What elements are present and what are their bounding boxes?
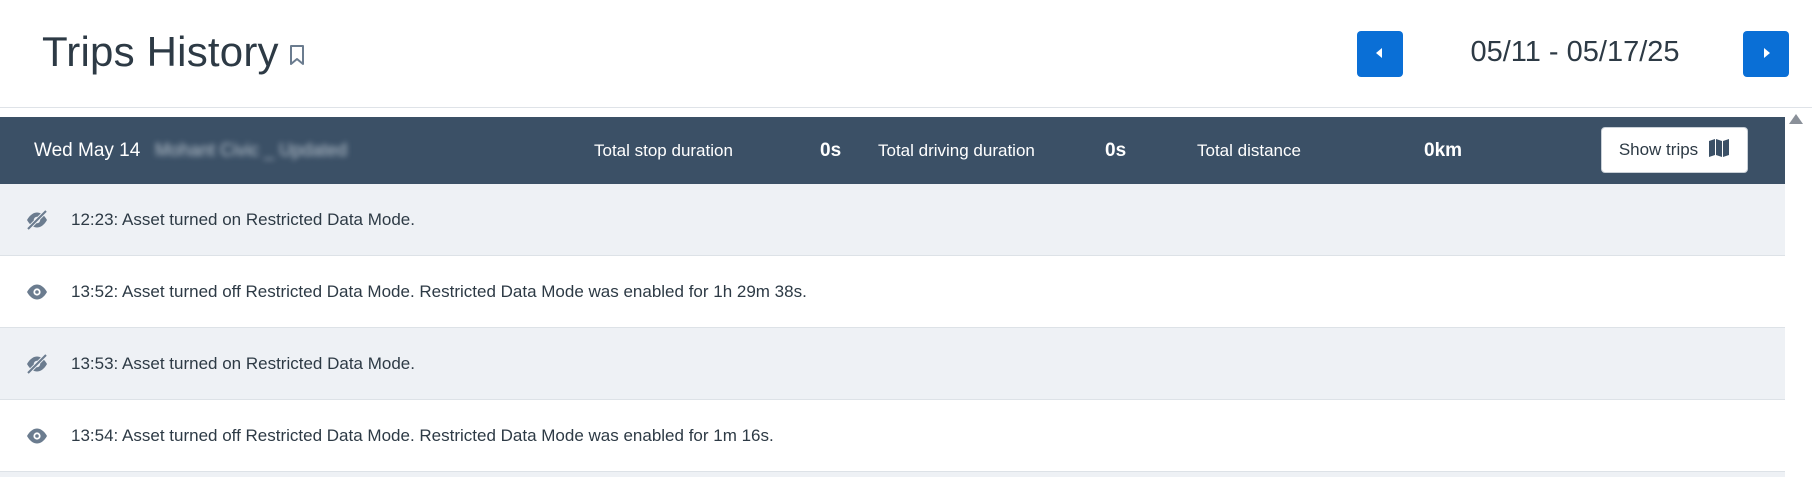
asset-name: Mohant Civic _ Updated: [155, 140, 348, 160]
total-driving-duration-value: 0s: [1105, 139, 1127, 161]
day-summary-bar: Wed May 14 Mohant Civic _ Updated Total …: [0, 117, 1785, 184]
eye-icon: [25, 424, 49, 448]
page-title: Trips History: [42, 28, 279, 75]
scrollbar[interactable]: [1785, 110, 1812, 477]
total-distance-value: 0km: [1424, 139, 1463, 161]
event-row: 13:54: Asset turned off Restricted Data …: [0, 400, 1785, 472]
trips-history-page: Trips History 05/11 - 05/17/25 Wed May 1…: [0, 0, 1812, 477]
chevron-left-icon: [1373, 46, 1387, 63]
scroll-up-arrow-icon[interactable]: [1789, 114, 1803, 124]
bookmark-icon[interactable]: [286, 42, 308, 68]
eye-slash-icon: [25, 208, 49, 232]
previous-week-button[interactable]: [1357, 31, 1403, 77]
day-label: Wed May 14: [34, 139, 141, 161]
event-text: 12:23: Asset turned on Restricted Data M…: [71, 209, 415, 229]
page-header: Trips History 05/11 - 05/17/25: [0, 0, 1812, 108]
event-row: 13:53: Asset turned on Restricted Data M…: [0, 328, 1785, 400]
total-distance-label: Total distance: [1197, 140, 1301, 160]
show-trips-button[interactable]: Show trips: [1601, 127, 1748, 173]
total-stop-duration-label: Total stop duration: [594, 140, 733, 160]
trips-list: Wed May 14 Mohant Civic _ Updated Total …: [0, 110, 1785, 477]
map-icon: [1708, 138, 1730, 163]
eye-slash-icon: [25, 352, 49, 376]
list-divider: [0, 472, 1785, 477]
event-row: 12:23: Asset turned on Restricted Data M…: [0, 184, 1785, 256]
date-range-label: 05/11 - 05/17/25: [1470, 36, 1680, 68]
event-text: 13:54: Asset turned off Restricted Data …: [71, 425, 774, 445]
show-trips-label: Show trips: [1618, 140, 1699, 159]
event-text: 13:52: Asset turned off Restricted Data …: [71, 281, 807, 301]
chevron-right-icon: [1759, 46, 1773, 63]
next-week-button[interactable]: [1743, 31, 1789, 77]
event-text: 13:53: Asset turned on Restricted Data M…: [71, 353, 415, 373]
total-stop-duration-value: 0s: [820, 139, 842, 161]
eye-icon: [25, 280, 49, 304]
total-driving-duration-label: Total driving duration: [878, 140, 1035, 160]
event-row: 13:52: Asset turned off Restricted Data …: [0, 256, 1785, 328]
